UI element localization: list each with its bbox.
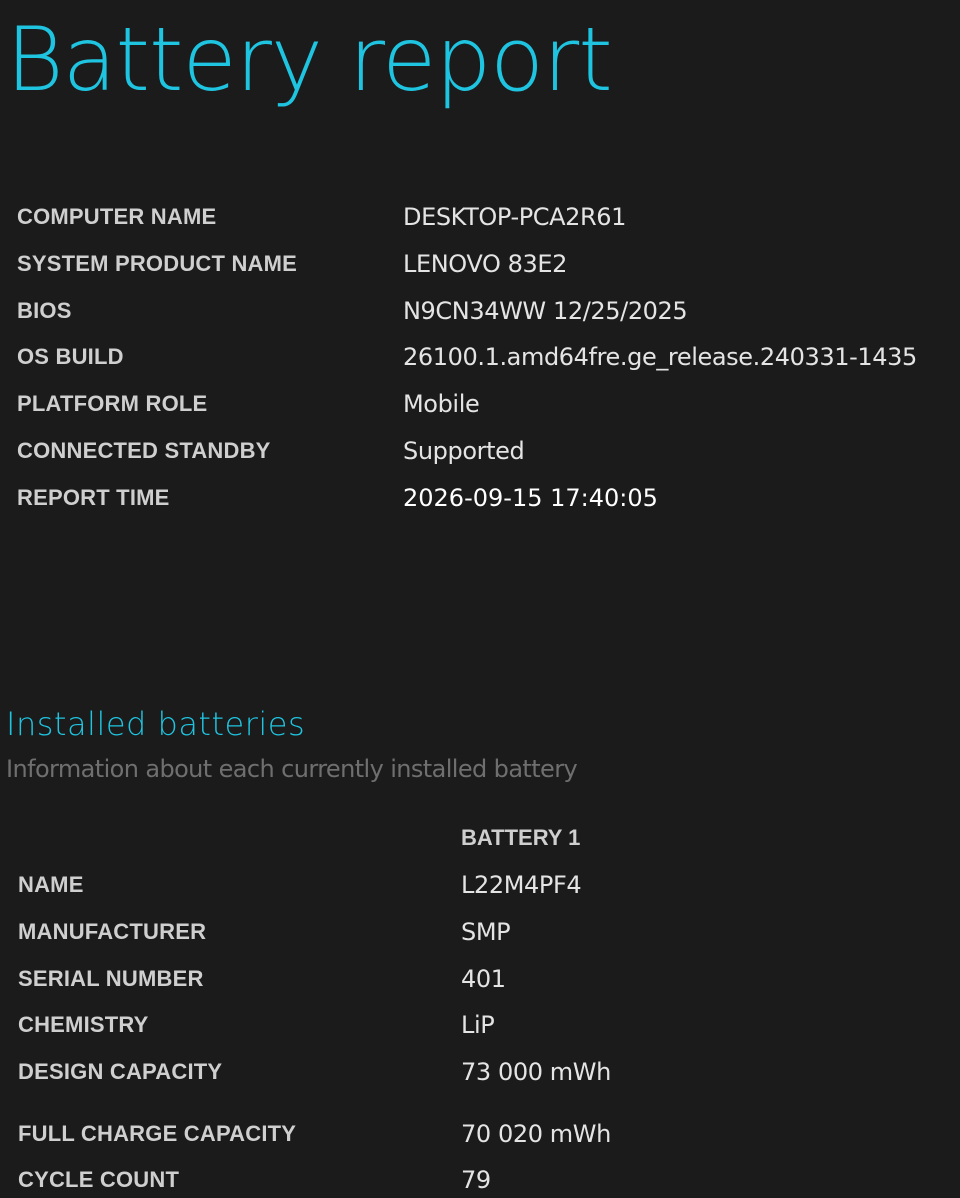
battery-row-manufacturer: MANUFACTURER SMP — [18, 909, 938, 955]
page-title: Battery report — [6, 8, 613, 111]
row-value: L22M4PF4 — [461, 871, 582, 899]
row-label: COMPUTER NAME — [17, 204, 217, 229]
system-row-report-time: REPORT TIME 2026-09-15 17:40:05 — [17, 475, 947, 522]
row-value: LiP — [461, 1011, 495, 1039]
row-label: DESIGN CAPACITY — [18, 1059, 223, 1084]
row-label: SYSTEM PRODUCT NAME — [17, 250, 298, 276]
row-value: N9CN34WW 12/25/2025 — [403, 296, 688, 325]
row-label: NAME — [18, 872, 84, 897]
row-value: DESKTOP-PCA2R61 — [403, 203, 627, 231]
system-row-platform-role: PLATFORM ROLE Mobile — [17, 381, 947, 428]
row-value: 79 — [461, 1166, 491, 1194]
battery-row-chemistry: CHEMISTRY LiP — [18, 1002, 938, 1048]
row-value: LENOVO 83E2 — [403, 249, 568, 278]
row-value: 73 000 mWh — [461, 1058, 611, 1086]
row-value: Supported — [403, 436, 525, 465]
row-value: Mobile — [403, 390, 480, 419]
system-row-product-name: SYSTEM PRODUCT NAME LENOVO 83E2 — [17, 241, 947, 288]
row-label: BIOS — [17, 297, 72, 323]
row-value: SMP — [461, 918, 511, 946]
row-label: FULL CHARGE CAPACITY — [18, 1121, 297, 1146]
row-label: PLATFORM ROLE — [17, 391, 208, 417]
row-label: OS BUILD — [17, 344, 124, 370]
battery-row-cycle-count: CYCLE COUNT 79 — [18, 1157, 938, 1198]
row-value: 2026-09-15 17:40:05 — [403, 483, 658, 512]
battery-row-design-capacity: DESIGN CAPACITY 73 000 mWh — [18, 1049, 938, 1095]
row-label: MANUFACTURER — [18, 919, 207, 944]
row-value: 26100.1.amd64fre.ge_release.240331-1435 — [403, 343, 917, 372]
row-value: 401 — [461, 965, 506, 993]
row-label: CHEMISTRY — [18, 1012, 149, 1037]
system-row-computer-name: COMPUTER NAME DESKTOP-PCA2R61 — [17, 194, 947, 241]
system-row-os-build: OS BUILD 26100.1.amd64fre.ge_release.240… — [17, 334, 947, 381]
row-label: CONNECTED STANDBY — [17, 437, 271, 463]
system-row-bios: BIOS N9CN34WW 12/25/2025 — [17, 288, 947, 335]
row-label: SERIAL NUMBER — [18, 966, 204, 991]
section-subheading: Information about each currently install… — [6, 755, 578, 783]
row-label: REPORT TIME — [17, 484, 170, 510]
row-value: 70 020 mWh — [461, 1120, 611, 1148]
system-info-table: COMPUTER NAME DESKTOP-PCA2R61 SYSTEM PRO… — [17, 194, 947, 522]
battery-row-serial-number: SERIAL NUMBER 401 — [18, 956, 938, 1002]
column-header-battery-1: BATTERY 1 — [461, 825, 581, 850]
row-label: CYCLE COUNT — [18, 1167, 180, 1192]
section-heading-installed-batteries: Installed batteries — [6, 705, 306, 743]
battery-row-name: NAME L22M4PF4 — [18, 862, 938, 908]
system-row-connected-standby: CONNECTED STANDBY Supported — [17, 428, 947, 475]
battery-row-full-charge-capacity: FULL CHARGE CAPACITY 70 020 mWh — [18, 1111, 938, 1157]
